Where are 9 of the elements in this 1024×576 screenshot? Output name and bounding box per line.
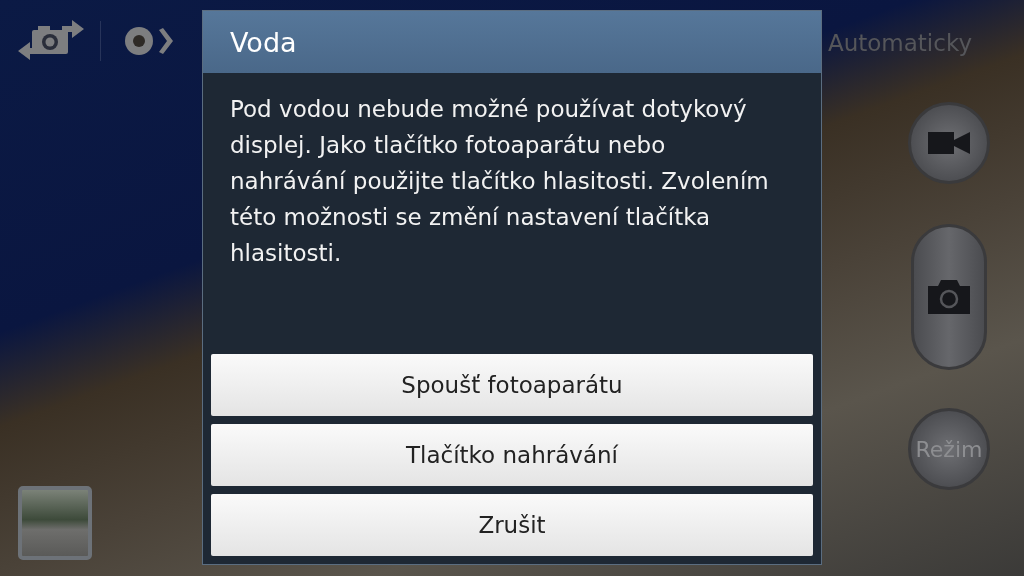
camera-icon xyxy=(928,280,970,314)
video-camera-icon xyxy=(928,132,970,154)
scene-mode-label: Automaticky xyxy=(827,30,972,56)
gallery-thumbnail[interactable] xyxy=(18,486,92,560)
dialog-title: Voda xyxy=(230,26,297,58)
dialog-option-button[interactable]: Tlačítko nahrávání xyxy=(211,424,813,486)
dialog-option-button[interactable]: Zrušit xyxy=(211,494,813,556)
dialog-message: Pod vodou nebude možné používat dotykový displej. Jako tlačítko fotoaparátu nebo nahrávání použijte tlačítko hlasitosti. Zvolením této možnosti se změní nastavení tlačítka hlasitosti. xyxy=(230,95,770,268)
dialog-option-button[interactable]: Spoušť fotoaparátu xyxy=(211,354,813,416)
